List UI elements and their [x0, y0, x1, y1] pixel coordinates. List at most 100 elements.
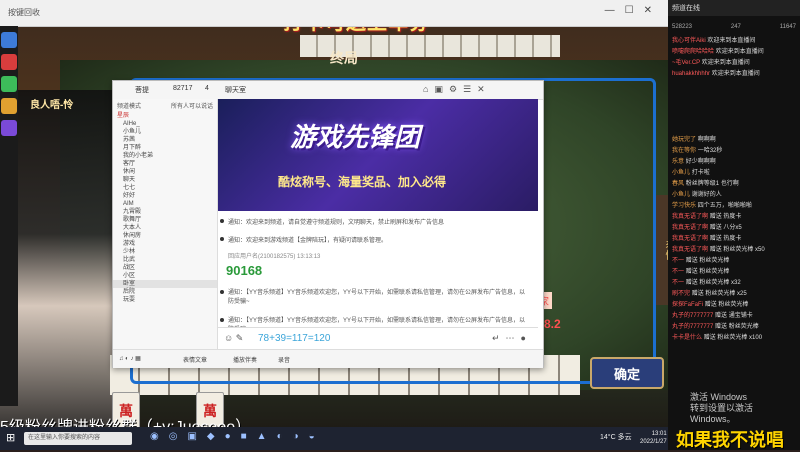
room-item[interactable]: 客厅	[113, 160, 217, 168]
enter-msg: 喷嚏爬爬哈哈哈 欢迎来到本直播间	[668, 47, 800, 58]
system-message: 通知：欢迎来到游戏频道【金牌陪玩】，有疑问请联系管理。	[228, 238, 388, 244]
clock-time: 13:01	[651, 431, 667, 437]
room-item[interactable]: 游戏	[113, 240, 217, 248]
music-button[interactable]: 播放伴奏	[233, 355, 257, 364]
chat-tab[interactable]: 聊天室	[225, 85, 246, 95]
room-item[interactable]: 聊天	[113, 176, 217, 184]
room-item[interactable]: 七七	[113, 184, 217, 192]
room-item[interactable]: 玩耍	[113, 296, 217, 304]
member-item[interactable]: 小鱼儿	[113, 128, 217, 136]
sidebar-manage[interactable]: 所有人可以说话	[171, 101, 213, 110]
msg-text: 一哈32秒	[697, 148, 723, 154]
system-message: 通知：【YY音乐频道】YY音乐频道欢迎您，YY号以下开始，如需联系请私信管理，请…	[228, 290, 526, 305]
room-item[interactable]: 休闲房	[113, 232, 217, 240]
live-header: 频道在线	[668, 0, 800, 16]
text-button[interactable]: 表情文章	[183, 355, 207, 364]
user-name[interactable]: 喷嚏爬爬哈哈哈	[672, 49, 714, 55]
window-controls[interactable]: —☐✕	[605, 5, 662, 16]
user-name[interactable]: 我真无语了啊	[672, 247, 708, 253]
channel-sidebar: 频道模式 所有人可以说话 星辰 AIHe_ 小鱼儿 苏茜 月下醉 我的小老弟 客…	[113, 99, 218, 349]
desktop-icon-column	[0, 26, 18, 406]
record-button[interactable]: 录音	[278, 355, 290, 364]
chat-msg: 卡卡是什么 赠送 粉丝荧光棒 x100	[668, 333, 800, 344]
user-name[interactable]: 我真无语了啊	[672, 225, 708, 231]
room-item[interactable]: 小区	[113, 272, 217, 280]
app-icon[interactable]	[1, 98, 17, 114]
room-item[interactable]: AIM	[113, 200, 217, 208]
user-name[interactable]: 乐意	[672, 159, 684, 165]
promo-banner[interactable]: 游戏先锋团 酷炫称号、海量奖品、加入必得	[218, 99, 538, 211]
chat-msg: 我真无语了啊 赠送 八分x5	[668, 223, 800, 234]
user-name[interactable]: ~毛Ver.CP	[672, 60, 700, 66]
user-name[interactable]: 我在等你	[672, 148, 696, 154]
chat-msg: 我在等你 一哈32秒	[668, 146, 800, 157]
user-name[interactable]: 学习快乐	[672, 203, 696, 209]
msg-text: 赠送 热度卡	[709, 214, 742, 220]
room-item-active[interactable]: 卧室	[113, 280, 217, 288]
room-item[interactable]: 战区	[113, 264, 217, 272]
room-item[interactable]: 比武	[113, 256, 217, 264]
user-name[interactable]: 我真无语了啊	[672, 214, 708, 220]
taskbar-search[interactable]: 在这里输入你要搜索的内容	[24, 432, 132, 445]
banner-title: 游戏先锋团	[290, 122, 421, 152]
toolbar-icons[interactable]: ⌂▣⚙☰✕	[423, 84, 491, 95]
channel-name: 菩提	[135, 87, 149, 94]
confirm-button[interactable]: 确定	[590, 357, 664, 389]
user-name[interactable]: 我心可伴Aiki	[672, 38, 706, 44]
room-item[interactable]: 好好	[113, 192, 217, 200]
user-name[interactable]: 我真无语了啊	[672, 236, 708, 242]
room-item[interactable]: 九霄殿	[113, 208, 217, 216]
room-item[interactable]: 少林	[113, 248, 217, 256]
msg-text: 啊啊啊	[697, 137, 716, 143]
taskbar: ⊞ 在这里输入你要搜索的内容 ◉◎▣◆●■▲◐◑◒ 14°C 多云 13:01 …	[0, 427, 668, 450]
message-author[interactable]: 回应用户名(2100182575) 13:13:13	[228, 251, 320, 260]
member-item[interactable]: 苏茜	[113, 136, 217, 144]
msg-text: 打卡啦	[691, 170, 710, 176]
chat-msg: 我真无语了啊 赠送 热度卡	[668, 212, 800, 223]
live-stats: 528223 247 11647	[668, 16, 800, 38]
windows-start-icon[interactable]: ⊞	[6, 431, 15, 444]
chat-msg: 我真无语了啊 赠送 粉丝荧光棒 x50	[668, 245, 800, 256]
user-name[interactable]: 不一	[672, 258, 684, 264]
app-icon[interactable]	[1, 76, 17, 92]
msg-text: 欢迎来到本直播间	[711, 71, 760, 77]
room-item[interactable]: 后院	[113, 288, 217, 296]
msg-text: 粉丝牌等级1 也行啊	[685, 181, 739, 187]
user-name[interactable]: 探探FaFaFi	[672, 302, 703, 308]
room-item[interactable]: 休闲	[113, 168, 217, 176]
user-name[interactable]: 小鱼儿	[672, 170, 690, 176]
room-item[interactable]: 歌舞厅	[113, 216, 217, 224]
taskbar-apps[interactable]: ◉◎▣◆●■▲◐◑◒	[150, 431, 325, 442]
chat-msg: 小鱼儿 打卡啦	[668, 168, 800, 179]
member-item[interactable]: 月下醉	[113, 144, 217, 152]
clock[interactable]: 13:01 2022/1/27	[640, 430, 667, 446]
chat-input-field[interactable]: 78+39=117=120	[258, 333, 330, 344]
room-item[interactable]: 大本人	[113, 224, 217, 232]
sidebar-group[interactable]: 星辰	[113, 112, 217, 120]
user-name[interactable]: 丸子的7777777	[672, 313, 713, 319]
user-name[interactable]: 她玩完了	[672, 137, 696, 143]
chat-input-bar: ☺ ✎ 78+39=117=120 ↵⋯●	[218, 327, 538, 350]
user-name[interactable]: 不一	[672, 269, 684, 275]
emoji-icon[interactable]: ☺ ✎	[224, 333, 243, 344]
user-name[interactable]: 刷不完	[672, 291, 690, 297]
user-name[interactable]: 卡卡是什么	[672, 335, 702, 341]
mic-icon[interactable]: ♫ ◐ ♪ ▦	[119, 355, 141, 362]
user-name[interactable]: 小鱼儿	[672, 192, 690, 198]
send-icons[interactable]: ↵⋯●	[492, 333, 532, 344]
user-name[interactable]: 春风	[672, 181, 684, 187]
user-name[interactable]: 不一	[672, 280, 684, 286]
chat-msg: 不一 赠送 粉丝荧光棒	[668, 256, 800, 267]
sidebar-header: 频道模式	[117, 104, 142, 110]
chat-msg: 不一 赠送 粉丝荧光棒 x32	[668, 278, 800, 289]
chat-msg: 丸子的7777777 赠送 通宝铺卡	[668, 311, 800, 322]
user-name[interactable]: huahakkhhhhr	[672, 71, 710, 77]
chat-msg: 乐意 好少啊啊啊	[668, 157, 800, 168]
app-icon[interactable]	[1, 32, 17, 48]
weather-label[interactable]: 14°C 多云	[600, 432, 632, 442]
app-icon[interactable]	[1, 54, 17, 70]
member-item[interactable]: 我的小老弟	[113, 152, 217, 160]
member-item[interactable]: AIHe_	[113, 120, 217, 128]
user-name[interactable]: 丸子的7777777	[672, 324, 713, 330]
app-icon[interactable]	[1, 120, 17, 136]
